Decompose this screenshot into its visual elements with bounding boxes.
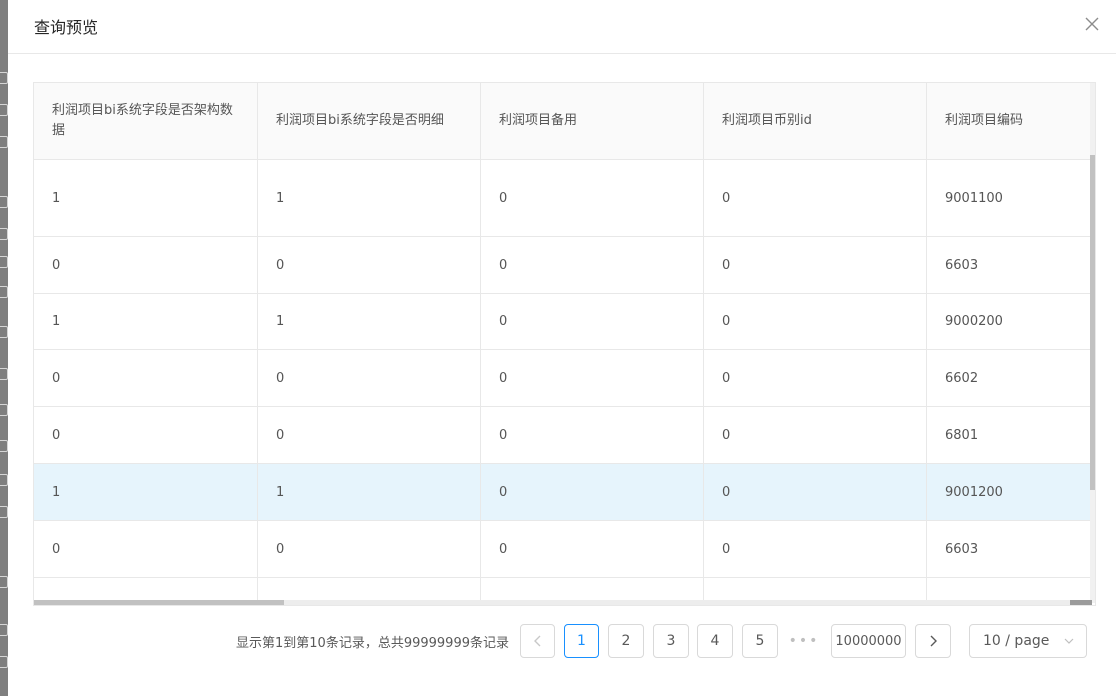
page-button[interactable]: 4 <box>697 624 733 658</box>
modal-header: 查询预览 <box>8 0 1116 54</box>
last-page-button[interactable]: 10000000 <box>831 624 906 658</box>
table-cell: 6603 <box>945 541 979 557</box>
table-row[interactable]: 0 0 0 0 6801 <box>34 407 1092 464</box>
table-cell: 0 <box>34 237 258 293</box>
table-cell: 0 <box>481 294 704 349</box>
table-cell: 0 <box>34 350 258 406</box>
table-cell: 9001100 <box>945 190 1003 206</box>
table-cell: 0 <box>481 407 704 463</box>
table-cell: 0 <box>704 160 927 236</box>
table-cell: 0 <box>34 407 258 463</box>
table-row[interactable]: 0 0 0 0 6603 <box>34 521 1092 578</box>
table-row[interactable]: 1 1 0 0 9001100 <box>34 160 1092 237</box>
pagination: 显示第1到第10条记录，总共99999999条记录 1 2 3 4 5 ••• … <box>8 624 1116 660</box>
column-header[interactable]: 利润项目编码 <box>927 83 1095 159</box>
page-button[interactable]: 2 <box>608 624 644 658</box>
horizontal-scrollbar-thumb[interactable] <box>34 600 284 605</box>
table-cell: 0 <box>258 521 481 577</box>
preview-table: 利润项目bi系统字段是否架构数据 利润项目bi系统字段是否明细 利润项目备用 利… <box>33 82 1096 606</box>
background-page-strip <box>0 0 8 696</box>
table-cell: 0 <box>704 350 927 406</box>
table-cell: 1 <box>258 294 481 349</box>
table-cell: 1 <box>258 160 481 236</box>
table-cell: 0 <box>704 407 927 463</box>
page-size-value: 10 / page <box>983 633 1050 649</box>
table-cell: 9000200 <box>945 314 1003 329</box>
table-cell: 0 <box>704 294 927 349</box>
table-cell: 0 <box>481 350 704 406</box>
table-cell: 6602 <box>945 370 979 386</box>
column-header[interactable]: 利润项目币别id <box>704 83 927 159</box>
page-button[interactable]: 1 <box>564 624 599 658</box>
table-row[interactable]: 1 1 0 0 9000200 <box>34 294 1092 350</box>
table-cell: 6603 <box>945 257 979 273</box>
page-info-text: 显示第1到第10条记录，总共99999999条记录 <box>236 636 509 651</box>
modal-title: 查询预览 <box>34 18 99 37</box>
table-cell: 1 <box>258 464 481 520</box>
table-header-row: 利润项目bi系统字段是否架构数据 利润项目bi系统字段是否明细 利润项目备用 利… <box>34 83 1092 160</box>
scrollbar-end <box>1070 600 1092 605</box>
table-cell: 1 <box>34 294 258 349</box>
chevron-down-icon <box>1064 638 1074 644</box>
horizontal-scrollbar[interactable] <box>34 600 1092 605</box>
table-cell: 1 <box>34 160 258 236</box>
table-cell: 6801 <box>945 427 979 443</box>
column-header[interactable]: 利润项目备用 <box>481 83 704 159</box>
query-preview-modal: 查询预览 利润项目bi系统字段是否架构数据 利润项目bi系统字段是否明细 利润项… <box>8 0 1116 696</box>
chevron-left-icon <box>533 635 540 647</box>
table-cell: 0 <box>258 407 481 463</box>
table-cell: 0 <box>258 237 481 293</box>
close-icon[interactable] <box>1080 12 1104 36</box>
table-row[interactable]: 1 1 0 0 9001200 <box>34 464 1092 521</box>
vertical-scrollbar-thumb[interactable] <box>1090 155 1095 490</box>
table-cell: 0 <box>481 237 704 293</box>
table-row[interactable]: 0 0 0 0 6603 <box>34 237 1092 294</box>
table-cell: 0 <box>704 464 927 520</box>
table-cell: 0 <box>481 464 704 520</box>
page-ellipsis[interactable]: ••• <box>789 624 819 658</box>
next-page-button[interactable] <box>915 624 951 658</box>
table-cell: 0 <box>704 521 927 577</box>
table-cell: 9001200 <box>945 484 1003 500</box>
table-row[interactable]: 0 0 0 0 6602 <box>34 350 1092 407</box>
vertical-scrollbar[interactable] <box>1090 83 1095 603</box>
column-header[interactable]: 利润项目bi系统字段是否明细 <box>258 83 481 159</box>
page-button[interactable]: 5 <box>742 624 778 658</box>
table-cell: 1 <box>34 464 258 520</box>
table-cell: 0 <box>34 521 258 577</box>
table-cell: 0 <box>481 521 704 577</box>
page-size-select[interactable]: 10 / page <box>969 624 1087 658</box>
prev-page-button[interactable] <box>520 624 555 658</box>
column-header[interactable]: 利润项目bi系统字段是否架构数据 <box>34 83 258 159</box>
table-cell: 0 <box>481 160 704 236</box>
table-cell: 0 <box>258 350 481 406</box>
table-cell: 0 <box>704 237 927 293</box>
page-button[interactable]: 3 <box>653 624 689 658</box>
chevron-right-icon <box>930 635 937 647</box>
